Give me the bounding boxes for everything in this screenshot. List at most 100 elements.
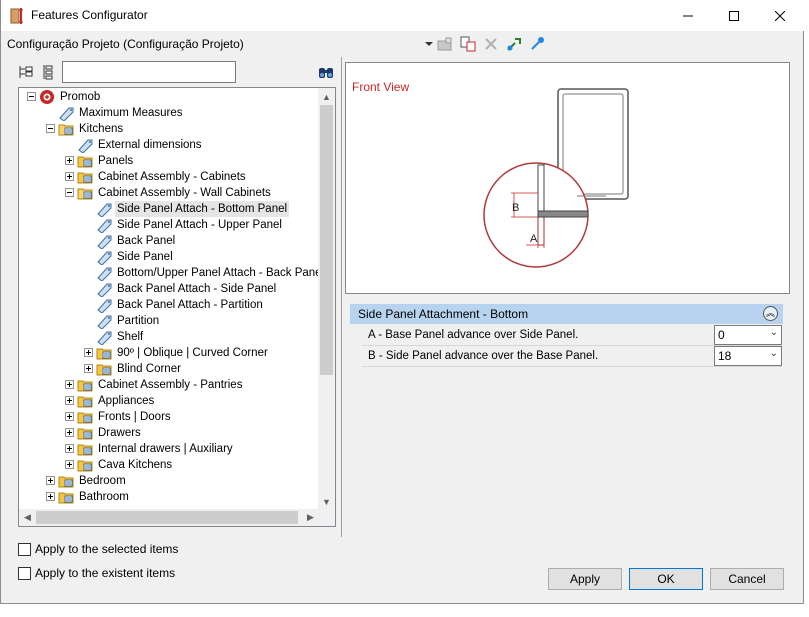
tree-item[interactable]: Internal drawers | Auxiliary <box>19 441 319 457</box>
tree-item[interactable]: Promob <box>19 89 319 105</box>
copy-config-icon[interactable] <box>459 35 477 53</box>
apply-selected-checkbox[interactable] <box>18 543 31 556</box>
tree-item[interactable]: Bathroom <box>19 489 319 505</box>
property-row-a: A - Base Panel advance over Side Panel. … <box>362 325 782 346</box>
scroll-right-arrow-icon[interactable]: ▶ <box>302 509 319 526</box>
pane-splitter[interactable] <box>341 57 343 537</box>
tree-item[interactable]: External dimensions <box>19 137 319 154</box>
tree-item[interactable]: Cabinet Assembly - Pantries <box>19 377 319 393</box>
property-value-b-select[interactable]: 18 ⌄ <box>714 346 782 366</box>
minimize-button[interactable] <box>665 0 711 31</box>
tree-item-label: Maximum Measures <box>79 107 183 119</box>
tree-horizontal-scrollbar[interactable]: ◀ ▶ <box>19 509 319 526</box>
folder-icon <box>77 153 94 169</box>
tree-item-label: Side Panel Attach - Bottom Panel <box>115 201 290 217</box>
tree-item[interactable]: Kitchens <box>19 121 319 137</box>
expand-plus-icon[interactable] <box>65 428 74 437</box>
collapse-chevrons-icon[interactable]: ︽ <box>763 306 778 321</box>
tree-item[interactable]: 90º | Oblique | Curved Corner <box>19 345 319 361</box>
apply-button[interactable]: Apply <box>548 568 622 590</box>
tree-item-label: 90º | Oblique | Curved Corner <box>117 347 268 359</box>
horizontal-scroll-thumb[interactable] <box>36 511 298 524</box>
maximize-button[interactable] <box>711 0 757 31</box>
feature-tag-icon <box>58 105 75 122</box>
tree-item-label: Side Panel Attach - Upper Panel <box>117 219 282 231</box>
chevron-down-icon: ⌄ <box>769 348 778 359</box>
expand-plus-icon[interactable] <box>84 364 93 373</box>
property-value-a: 0 <box>718 328 725 342</box>
property-value-b: 18 <box>718 349 732 363</box>
expand-plus-icon[interactable] <box>46 492 55 501</box>
tree-item[interactable]: Cabinet Assembly - Cabinets <box>19 169 319 185</box>
tree-item-label: Side Panel <box>117 251 173 263</box>
detail-side-panel <box>537 164 545 246</box>
tree-item-label: Bathroom <box>79 491 129 503</box>
folder-open-icon <box>77 185 94 201</box>
configuration-selector[interactable]: Configuração Projeto (Configuração Proje… <box>7 37 244 51</box>
feature-tag-icon <box>96 281 113 298</box>
tree-item[interactable]: Side Panel Attach - Upper Panel <box>19 217 319 234</box>
tree-item[interactable]: Appliances <box>19 393 319 409</box>
expand-tree-icon[interactable] <box>17 63 35 81</box>
expand-plus-icon[interactable] <box>65 396 74 405</box>
property-value-a-select[interactable]: 0 ⌄ <box>714 325 782 345</box>
tree-item[interactable]: Maximum Measures <box>19 105 319 122</box>
tree-item[interactable]: Cabinet Assembly - Wall Cabinets <box>19 185 319 201</box>
feature-tree[interactable]: Promob Maximum Measures Kitchens External d… <box>18 87 336 527</box>
binoculars-icon[interactable] <box>317 63 335 81</box>
tree-item[interactable]: Side Panel <box>19 249 319 266</box>
ok-button[interactable]: OK <box>629 568 703 590</box>
tree-item[interactable]: Back Panel Attach - Partition <box>19 297 319 314</box>
apply-existent-label: Apply to the existent items <box>35 566 176 580</box>
title-bar[interactable]: Features Configurator <box>1 0 804 31</box>
apply-existent-checkbox[interactable] <box>18 567 31 580</box>
tree-item[interactable]: Fronts | Doors <box>19 409 319 425</box>
close-icon <box>775 10 785 21</box>
tree-vertical-scrollbar[interactable]: ▲ ▼ <box>318 88 335 510</box>
import-icon[interactable] <box>505 35 523 53</box>
tree-item[interactable]: Panels <box>19 153 319 169</box>
tree-item[interactable]: Partition <box>19 313 319 330</box>
tree-item[interactable]: Back Panel Attach - Side Panel <box>19 281 319 298</box>
close-button[interactable] <box>757 0 803 31</box>
expand-plus-icon[interactable] <box>84 348 93 357</box>
tree-item-label: Appliances <box>98 395 155 407</box>
export-icon[interactable] <box>528 35 546 53</box>
collapse-minus-icon[interactable] <box>65 188 74 197</box>
expand-plus-icon[interactable] <box>65 460 74 469</box>
preview-panel: Front View B A <box>345 62 790 294</box>
tree-item[interactable]: Blind Corner <box>19 361 319 377</box>
collapse-minus-icon[interactable] <box>27 92 36 101</box>
tree-item[interactable]: Back Panel <box>19 233 319 250</box>
expand-plus-icon[interactable] <box>65 412 74 421</box>
save-config-icon[interactable] <box>436 35 454 53</box>
tree-item-label: Back Panel <box>117 235 176 247</box>
expand-plus-icon[interactable] <box>46 476 55 485</box>
expand-plus-icon[interactable] <box>65 156 74 165</box>
properties-header[interactable]: Side Panel Attachment - Bottom ︽ <box>350 304 783 324</box>
tree-item[interactable]: Bottom/Upper Panel Attach - Back Panel <box>19 265 324 282</box>
collapse-minus-icon[interactable] <box>46 124 55 133</box>
scroll-down-arrow-icon[interactable]: ▼ <box>318 493 335 510</box>
tree-item-label: Blind Corner <box>117 363 181 375</box>
expand-plus-icon[interactable] <box>65 380 74 389</box>
feature-tag-icon <box>96 233 113 250</box>
tree-item[interactable]: Shelf <box>19 329 319 346</box>
scroll-up-arrow-icon[interactable]: ▲ <box>318 88 335 105</box>
tree-item[interactable]: Cava Kitchens <box>19 457 319 473</box>
folder-icon <box>77 393 94 409</box>
cancel-button[interactable]: Cancel <box>710 568 784 590</box>
tree-item[interactable]: Drawers <box>19 425 319 441</box>
tree-item-label: Panels <box>98 155 134 167</box>
expand-plus-icon[interactable] <box>65 444 74 453</box>
vertical-scroll-thumb[interactable] <box>320 105 333 375</box>
tree-item[interactable]: Side Panel Attach - Bottom Panel <box>19 201 319 218</box>
tree-item-label: External dimensions <box>98 139 202 151</box>
feature-tag-icon <box>96 249 113 266</box>
tree-item[interactable]: Bedroom <box>19 473 319 489</box>
expand-plus-icon[interactable] <box>65 172 74 181</box>
scroll-left-arrow-icon[interactable]: ◀ <box>19 509 36 526</box>
tree-search-input[interactable] <box>62 61 236 83</box>
delete-icon[interactable] <box>482 35 500 53</box>
collapse-tree-icon[interactable] <box>39 63 57 81</box>
